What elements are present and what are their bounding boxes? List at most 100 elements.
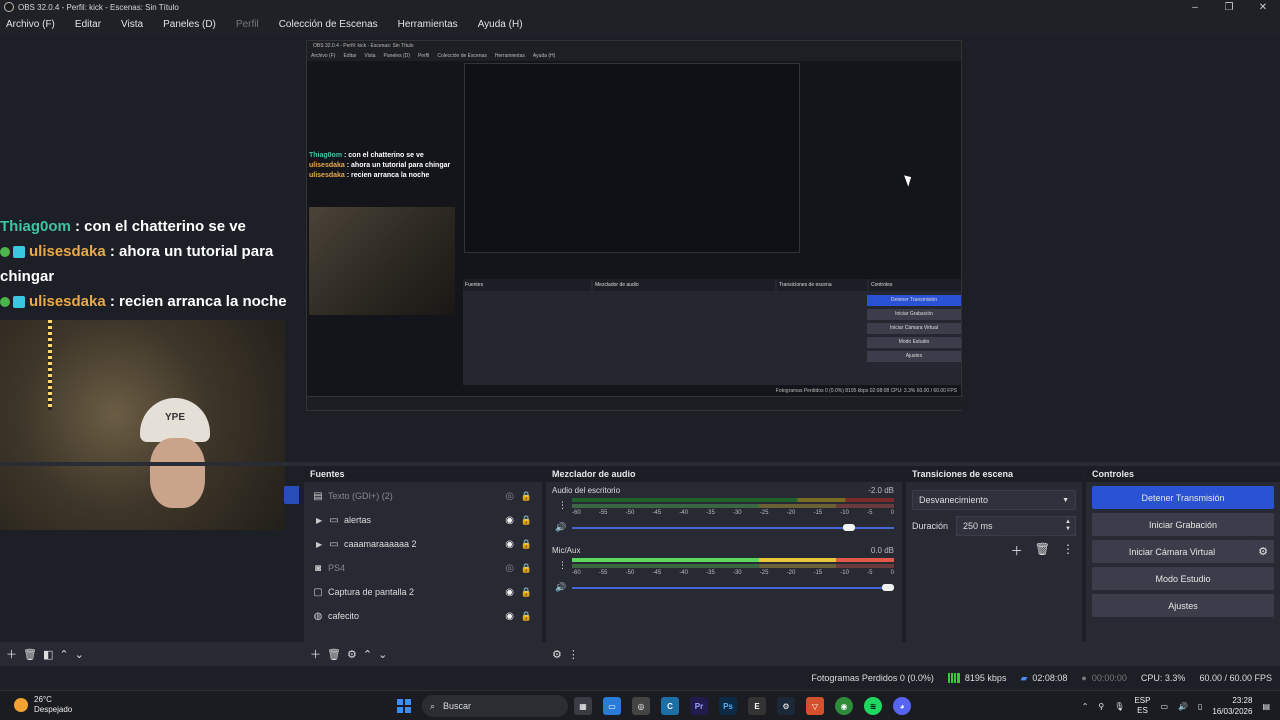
add-source-icon[interactable]: ＋ bbox=[310, 646, 321, 662]
speaker-icon[interactable]: 🔊 bbox=[555, 522, 566, 533]
minimize-button[interactable]: – bbox=[1178, 2, 1212, 13]
menu-ayuda[interactable]: Ayuda (H) bbox=[478, 19, 523, 30]
chevron-down-icon: ▼ bbox=[1062, 496, 1069, 504]
studio-mode-button[interactable]: Modo Estudio bbox=[1092, 567, 1274, 590]
lock-icon[interactable]: 🔒 bbox=[521, 563, 532, 574]
taskbar-search[interactable]: ⌕ Buscar bbox=[422, 695, 568, 717]
usb-icon[interactable]: ⚲ bbox=[1098, 702, 1104, 711]
mic-icon[interactable]: 🎙 bbox=[1114, 702, 1124, 711]
source-item[interactable]: ▢ Captura de pantalla 2 ◉ 🔒 bbox=[304, 580, 542, 604]
gear-icon[interactable]: ⚙ bbox=[347, 648, 357, 661]
move-down-icon[interactable]: ⌄ bbox=[75, 648, 84, 661]
transition-menu-icon[interactable]: ⋮ bbox=[1062, 542, 1074, 559]
lock-icon[interactable]: 🔒 bbox=[521, 611, 532, 622]
add-transition-icon[interactable]: ＋ bbox=[1011, 542, 1023, 559]
clock[interactable]: 23:28 16/03/2026 bbox=[1212, 695, 1252, 717]
desktop-icon[interactable]: ▭ bbox=[603, 697, 621, 715]
network-icon[interactable]: ▭ bbox=[1160, 702, 1168, 711]
move-up-icon[interactable]: ⌃ bbox=[59, 648, 68, 661]
transitions-title: Transiciones de escena bbox=[906, 466, 1082, 482]
eye-icon[interactable]: ◉ bbox=[505, 539, 514, 550]
close-button[interactable]: ✕ bbox=[1246, 2, 1280, 13]
source-item[interactable]: ◍ cafecito ◉ 🔒 bbox=[304, 604, 542, 628]
expand-icon[interactable]: ▶ bbox=[316, 516, 326, 525]
task-view-icon[interactable]: ▦ bbox=[574, 697, 592, 715]
volume-slider[interactable] bbox=[572, 587, 894, 589]
speaker-icon[interactable]: 🔊 bbox=[555, 582, 566, 593]
transition-select[interactable]: Desvanecimiento ▼ bbox=[912, 490, 1076, 510]
brave-icon[interactable]: ▽ bbox=[806, 697, 824, 715]
mixer-channel: Mic/Aux 0.0 dB ⋮ -60 -55 -50 -45 -40 -35 -30 -2… bbox=[546, 542, 902, 602]
tick-label: -45 bbox=[652, 570, 662, 576]
move-up-icon[interactable]: ⌃ bbox=[363, 648, 372, 661]
maximize-button[interactable]: ❐ bbox=[1212, 2, 1246, 13]
remove-transition-icon[interactable]: 🗑 bbox=[1035, 542, 1050, 559]
start-recording-button[interactable]: Iniciar Grabación bbox=[1092, 513, 1274, 536]
lock-icon[interactable]: 🔒 bbox=[521, 515, 532, 526]
mixer-settings-icon[interactable]: ⚙ bbox=[552, 648, 562, 661]
stop-stream-button[interactable]: Detener Transmisión bbox=[1092, 486, 1274, 509]
gear-icon[interactable]: ⚙ bbox=[1252, 540, 1274, 563]
battery-icon[interactable]: ▯ bbox=[1198, 702, 1202, 711]
nested-title: OBS 32.0.4 - Perfil: kick - Escenas: Sin… bbox=[307, 41, 961, 51]
menu-editar[interactable]: Editar bbox=[75, 19, 101, 30]
remove-source-icon[interactable]: 🗑 bbox=[327, 648, 341, 661]
menu-perfil[interactable]: Perfil bbox=[236, 19, 259, 30]
source-item[interactable]: ▤ Texto (GDI+) (2) ◎ 🔒 bbox=[304, 484, 542, 508]
nested-menu: Archivo (F) Editar Vista Paneles (D) Perfil C… bbox=[307, 51, 961, 61]
add-scene-icon[interactable]: ＋ bbox=[6, 646, 17, 662]
expand-icon[interactable]: ▶ bbox=[316, 540, 326, 549]
volume-icon[interactable]: 🔊 bbox=[1178, 702, 1188, 711]
stream-time: 02:08:08 bbox=[1032, 673, 1068, 683]
tray-expand-icon[interactable]: ⌃ bbox=[1082, 702, 1089, 711]
remove-scene-icon[interactable]: 🗑 bbox=[23, 648, 37, 661]
tick-label: -40 bbox=[679, 510, 688, 516]
language-indicator[interactable]: ESP ES bbox=[1134, 696, 1150, 716]
source-item[interactable]: ▶ ▭ caaamaraaaaaa 2 ◉ 🔒 bbox=[304, 532, 542, 556]
steam-icon[interactable]: ⚙ bbox=[777, 697, 795, 715]
weather-widget[interactable]: 26°C Despejado bbox=[14, 695, 72, 715]
lock-icon[interactable]: 🔒 bbox=[521, 539, 532, 550]
chatterino-icon[interactable]: C bbox=[661, 697, 679, 715]
windows-start-icon[interactable] bbox=[397, 699, 411, 713]
eye-icon[interactable]: ◉ bbox=[505, 515, 514, 526]
volume-knob[interactable] bbox=[843, 524, 856, 531]
obs-app-icon[interactable]: ◎ bbox=[632, 697, 650, 715]
premiere-icon[interactable]: Pr bbox=[690, 697, 708, 715]
channel-menu-icon[interactable]: ⋮ bbox=[558, 500, 567, 511]
lock-icon[interactable]: 🔒 bbox=[521, 587, 532, 598]
source-item[interactable]: ◙ PS4 ◎ 🔒 bbox=[304, 556, 542, 580]
menu-archivo[interactable]: Archivo (F) bbox=[6, 19, 55, 30]
globe-icon: ◍ bbox=[313, 610, 323, 622]
hidden-eye-icon[interactable]: ◎ bbox=[505, 563, 514, 574]
menu-vista[interactable]: Vista bbox=[121, 19, 143, 30]
photoshop-icon[interactable]: Ps bbox=[719, 697, 737, 715]
eye-icon[interactable]: ◉ bbox=[505, 587, 514, 598]
settings-button[interactable]: Ajustes bbox=[1092, 594, 1274, 617]
volume-knob[interactable] bbox=[882, 584, 894, 591]
notifications-icon[interactable]: ▤ bbox=[1262, 702, 1270, 711]
menu-herramientas[interactable]: Herramientas bbox=[398, 19, 458, 30]
cpu-usage: CPU: 3.3% bbox=[1140, 673, 1186, 683]
spinner-icon[interactable]: ▲ ▼ bbox=[1065, 519, 1071, 533]
mixer-toolbar: ⚙ ⋮ bbox=[546, 642, 902, 666]
move-down-icon[interactable]: ⌄ bbox=[378, 648, 387, 661]
sub-badge-icon bbox=[13, 246, 25, 259]
menu-coleccion-escenas[interactable]: Colección de Escenas bbox=[279, 19, 378, 30]
channel-menu-icon[interactable]: ⋮ bbox=[558, 560, 567, 571]
text-icon: ▤ bbox=[313, 490, 323, 502]
chrome-icon[interactable]: ◉ bbox=[835, 697, 853, 715]
duration-input[interactable]: 250 ms ▲ ▼ bbox=[956, 516, 1076, 536]
lock-icon[interactable]: 🔒 bbox=[521, 491, 532, 502]
eye-icon[interactable]: ◉ bbox=[505, 611, 514, 622]
source-item[interactable]: ▶ ▭ alertas ◉ 🔒 bbox=[304, 508, 542, 532]
mixer-menu-icon[interactable]: ⋮ bbox=[568, 648, 579, 661]
menu-paneles[interactable]: Paneles (D) bbox=[163, 19, 216, 30]
hidden-eye-icon[interactable]: ◎ bbox=[505, 491, 514, 502]
epic-games-icon[interactable]: E bbox=[748, 697, 766, 715]
filter-icon[interactable]: ◧ bbox=[43, 648, 53, 661]
spotify-icon[interactable]: ≋ bbox=[864, 697, 882, 715]
tick-label: -10 bbox=[840, 570, 849, 576]
discord-icon[interactable]: ◕ bbox=[893, 697, 911, 715]
virtual-camera-button[interactable]: Iniciar Cámara Virtual ⚙ bbox=[1092, 540, 1274, 563]
